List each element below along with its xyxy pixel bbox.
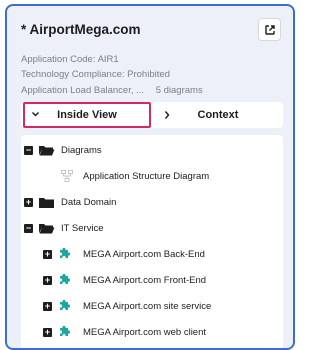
card-title: * AirportMega.com [21,22,141,37]
tree-node-service[interactable]: + MEGA Airport.com web client [21,321,283,345]
tree-view: − Diagrams Application Structure Diagram… [21,135,283,348]
tree-label: IT Service [61,223,104,234]
expand-toggle[interactable]: + [43,250,52,259]
tree-node-service[interactable]: + MEGA Airport.com site service [21,295,283,319]
diagram-count-row: Application Load Balancer, ... 5 diagram… [21,85,203,96]
puzzle-icon [60,299,71,310]
expand-toggle[interactable]: + [43,302,52,311]
tab-context-label: Context [197,109,239,121]
tree-label: MEGA Airport.com web client [83,327,207,338]
diagram-count: 5 diagrams [155,85,203,96]
tree-node-service[interactable]: + MEGA Airport.com Front-End [21,269,283,293]
folder-open-icon [39,224,55,234]
expand-toggle[interactable]: + [24,198,33,207]
expand-toggle[interactable]: + [43,276,52,285]
folder-icon [39,198,54,208]
tree-label: MEGA Airport.com Front-End [83,275,207,286]
tree-node-service[interactable]: + MEGA Airport.com Back-End [21,243,283,267]
tree-node-it-service[interactable]: − IT Service [21,217,283,241]
tab-inside-view-label: Inside View [57,109,117,121]
tree-label: MEGA Airport.com Back-End [83,249,205,260]
view-tabs: Inside View Context [21,102,283,128]
folder-open-icon [39,146,55,156]
tab-inside-view[interactable]: Inside View [23,102,151,128]
tree-label: Application Structure Diagram [83,171,210,182]
open-in-new-button[interactable] [258,18,281,41]
puzzle-icon [60,247,71,258]
collapse-toggle[interactable]: − [24,146,33,155]
puzzle-icon [60,325,71,336]
load-balancer-label: Application Load Balancer, ... [21,85,145,96]
tab-context[interactable]: Context [153,102,283,128]
tree-label: Diagrams [61,145,102,156]
technology-compliance: Technology Compliance: Prohibited [21,69,170,80]
tree-label: Data Domain [61,197,117,208]
object-card: * AirportMega.com Application Code: AIR1… [5,4,295,350]
collapse-toggle[interactable]: − [24,224,33,233]
tree-node-application-structure-diagram[interactable]: Application Structure Diagram [21,165,283,189]
tree-node-data-domain[interactable]: + Data Domain [21,191,283,215]
tree-label: MEGA Airport.com site service [83,301,212,312]
puzzle-icon [60,273,71,284]
tree-node-diagrams[interactable]: − Diagrams [21,139,283,163]
diagram-icon [61,170,73,182]
application-code: Application Code: AIR1 [21,54,119,65]
external-link-icon [264,24,275,35]
expand-toggle[interactable]: + [43,328,52,337]
